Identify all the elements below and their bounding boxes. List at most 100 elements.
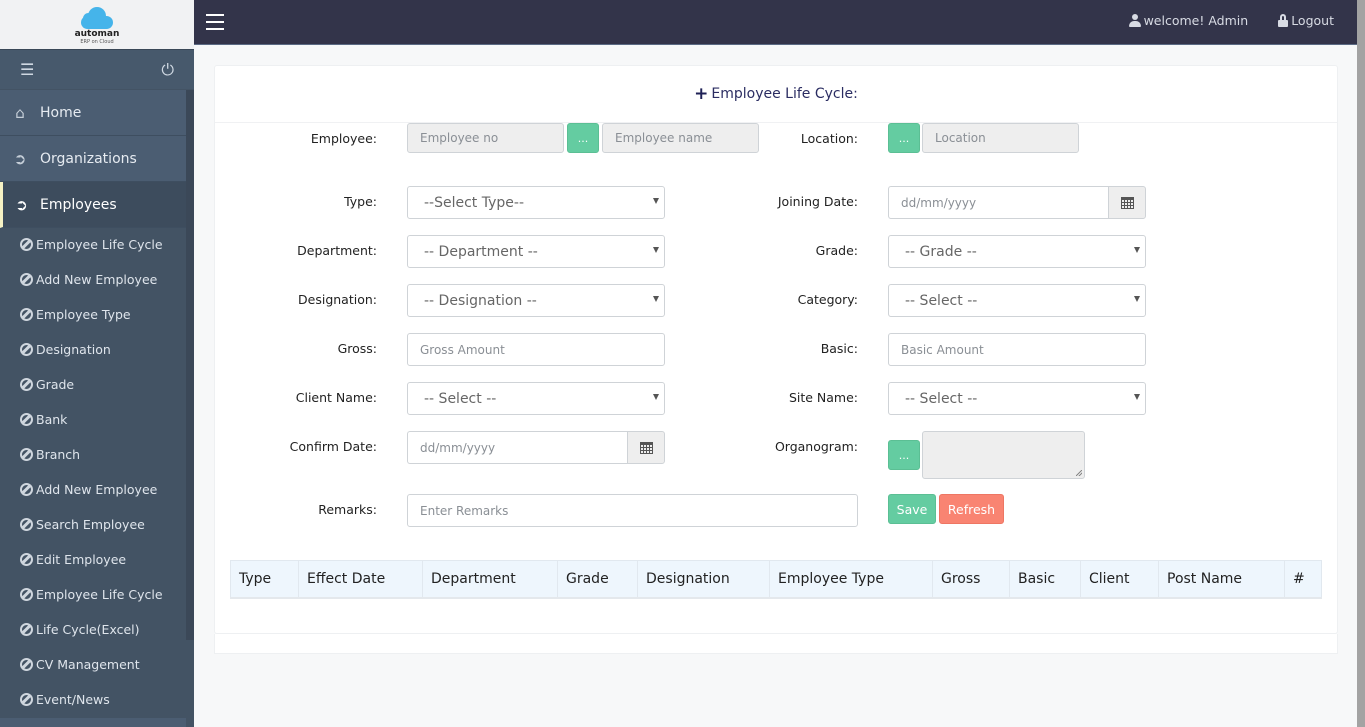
confirm-date-calendar-button[interactable] [627,431,665,464]
sidebar-subitem-label: Branch [36,447,81,462]
sidebar-subitem-employee-life-cycle-2[interactable]: Employee Life Cycle [0,577,186,612]
location-input[interactable]: Location [922,123,1079,153]
sidebar-subitem-grade[interactable]: Grade [0,367,186,402]
column-header-post-name[interactable]: Post Name [1158,560,1285,599]
sidebar-item-organizations[interactable]: ➲ Organizations [0,136,186,182]
basic-input[interactable]: Basic Amount [888,333,1146,366]
joining-date-input[interactable]: dd/mm/yyyy [888,186,1108,219]
user-welcome-link[interactable]: welcome! Admin [1128,13,1248,28]
basic-label: Basic: [820,341,858,356]
client-name-select[interactable]: -- Select -- [407,382,665,415]
save-button[interactable]: Save [888,494,936,524]
arrow-circle-right-icon: ➲ [15,195,28,214]
sidebar-subitem-branch[interactable]: Branch [0,437,186,472]
column-header-employee-type[interactable]: Employee Type [769,560,933,599]
ban-icon [20,693,33,706]
column-header-basic[interactable]: Basic [1009,560,1081,599]
remarks-input[interactable]: Enter Remarks [407,494,858,527]
sidebar-item-label: Home [40,104,82,121]
ban-icon [20,553,33,566]
remarks-label: Remarks: [318,502,377,517]
designation-select[interactable]: -- Designation -- [407,284,665,317]
refresh-button[interactable]: Refresh [939,494,1004,524]
sidebar-subitem-label: CV Management [36,657,140,672]
sidebar-collapse-icon[interactable]: ☰ [20,60,34,79]
cloud-logo-icon [79,6,115,29]
sidebar-subitem-edit-employee[interactable]: Edit Employee [0,542,186,577]
designation-select-value: -- Designation -- [424,292,537,309]
location-lookup-button[interactable]: ... [888,123,920,153]
ban-icon [20,273,33,286]
grade-select[interactable]: -- Grade -- [888,235,1146,268]
employee-no-input[interactable]: Employee no [407,123,564,153]
confirm-date-input[interactable]: dd/mm/yyyy [407,431,627,464]
column-header-grade[interactable]: Grade [557,560,638,599]
sidebar-subitem-label: Employee Type [36,307,131,322]
sidebar-subitem-label: Grade [36,377,75,392]
dropdown-arrow-icon [653,247,659,253]
column-header-gross[interactable]: Gross [932,560,1010,599]
department-select[interactable]: -- Department -- [407,235,665,268]
table-header-row: Type Effect Date Department Grade Design… [230,560,1322,599]
sidebar-subitem-event-news[interactable]: Event/News [0,682,186,717]
dropdown-arrow-icon [653,394,659,400]
sidebar-subitem-label: Event/News [36,692,110,707]
sidebar-subitem-cv-management[interactable]: CV Management [0,647,186,682]
column-header-type[interactable]: Type [230,560,299,599]
column-header-effect-date[interactable]: Effect Date [298,560,423,599]
client-name-label: Client Name: [295,390,377,405]
client-name-select-value: -- Select -- [424,390,497,407]
organogram-textarea[interactable] [922,431,1085,479]
sidebar-subitem-life-cycle-excel[interactable]: Life Cycle(Excel) [0,612,186,647]
dropdown-arrow-icon [1134,394,1140,400]
type-select-value: --Select Type-- [424,194,525,211]
category-select[interactable]: -- Select -- [888,284,1146,317]
dropdown-arrow-icon [1134,247,1140,253]
type-select[interactable]: --Select Type-- [407,186,665,219]
department-select-value: -- Department -- [424,243,538,260]
site-name-select[interactable]: -- Select -- [888,382,1146,415]
sidebar-main-menu: ⌂ Home ➲ Organizations ➲ Employees [0,90,186,228]
sidebar-next-item[interactable] [0,718,186,727]
plus-icon: + [694,84,709,104]
category-select-value: -- Select -- [905,292,978,309]
sidebar-sub-menu: Employee Life Cycle Add New Employee Emp… [0,227,186,717]
sidebar-subitem-search-employee[interactable]: Search Employee [0,507,186,542]
dropdown-arrow-icon [653,296,659,302]
brand-logo[interactable]: automan ERP on Cloud [0,0,194,49]
column-header-designation[interactable]: Designation [637,560,770,599]
sidebar-subitem-add-new-employee[interactable]: Add New Employee [0,262,186,297]
sidebar-item-home[interactable]: ⌂ Home [0,90,186,136]
sidebar-item-label: Employees [40,196,117,213]
sidebar-subitem-label: Life Cycle(Excel) [36,622,140,637]
sidebar-subitem-employee-life-cycle[interactable]: Employee Life Cycle [0,227,186,262]
sidebar-subitem-label: Add New Employee [36,272,158,287]
sidebar-subitem-employee-type[interactable]: Employee Type [0,297,186,332]
logout-link[interactable]: Logout [1278,13,1334,28]
ban-icon [20,448,33,461]
column-header-client[interactable]: Client [1080,560,1159,599]
dropdown-arrow-icon [1134,296,1140,302]
gross-input[interactable]: Gross Amount [407,333,665,366]
organogram-lookup-button[interactable]: ... [888,440,920,470]
hamburger-menu-icon[interactable] [206,14,224,30]
joining-date-calendar-button[interactable] [1108,186,1146,219]
site-name-label: Site Name: [788,390,858,405]
column-header-actions[interactable]: # [1284,560,1322,599]
power-icon[interactable]: ⏻ [161,60,174,80]
sidebar-subitem-designation[interactable]: Designation [0,332,186,367]
user-icon [1128,14,1141,27]
ban-icon [20,343,33,356]
ban-icon [20,518,33,531]
ban-icon [20,623,33,636]
sidebar-subitem-bank[interactable]: Bank [0,402,186,437]
sidebar-item-employees[interactable]: ➲ Employees [0,182,186,228]
employee-lookup-button[interactable]: ... [567,123,599,153]
sidebar-scrollbar[interactable] [186,90,194,640]
confirm-date-label: Confirm Date: [289,439,377,454]
column-header-department[interactable]: Department [422,560,558,599]
location-label: Location: [800,131,858,146]
sidebar-subitem-add-new-employee-2[interactable]: Add New Employee [0,472,186,507]
sidebar-subitem-label: Designation [36,342,111,357]
page-scrollbar[interactable] [1357,0,1365,727]
